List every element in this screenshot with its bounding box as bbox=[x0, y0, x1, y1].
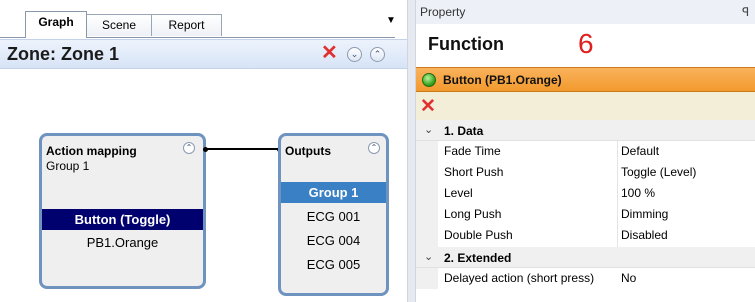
property-row-fade-time[interactable]: Fade Time Default bbox=[416, 141, 755, 161]
chevron-double-up-icon[interactable]: ⌃ bbox=[368, 142, 380, 154]
action-mapping-subtitle: Group 1 bbox=[46, 159, 90, 173]
property-panel: Property ꟼ Function 6 Button (PB1.Orange… bbox=[416, 0, 755, 302]
output-row-ecg-004[interactable]: ECG 004 bbox=[281, 230, 386, 251]
marker-number: 6 bbox=[578, 28, 594, 59]
pin-icon[interactable]: ꟼ bbox=[742, 5, 749, 19]
outputs-title: Outputs bbox=[285, 144, 331, 158]
property-name: Fade Time bbox=[444, 144, 501, 158]
property-value[interactable]: Dimming bbox=[621, 207, 668, 221]
panel-splitter[interactable] bbox=[407, 0, 416, 302]
property-value[interactable]: 100 % bbox=[621, 186, 655, 200]
property-row-short-push[interactable]: Short Push Toggle (Level) bbox=[416, 162, 755, 182]
property-caption-label: Property bbox=[420, 5, 466, 19]
property-row-double-push[interactable]: Double Push Disabled bbox=[416, 225, 755, 245]
property-name: Long Push bbox=[444, 207, 502, 221]
chevron-double-up-icon[interactable]: ⌃ bbox=[183, 142, 195, 154]
selected-button-bar: Button (PB1.Orange) bbox=[416, 67, 755, 92]
output-row-group-1[interactable]: Group 1 bbox=[281, 182, 386, 203]
property-value[interactable]: No bbox=[621, 271, 636, 285]
green-status-icon bbox=[422, 73, 436, 87]
zone-header: Zone: Zone 1 ✕ ⌄ ⌃ bbox=[0, 39, 407, 69]
chevron-double-down-icon[interactable]: ⌄ bbox=[347, 47, 362, 62]
property-name: Level bbox=[444, 186, 473, 200]
tab-scene[interactable]: Scene bbox=[86, 14, 152, 36]
button-title: Button (PB1.Orange) bbox=[443, 73, 562, 87]
tab-report[interactable]: Report bbox=[151, 14, 222, 36]
property-row-level[interactable]: Level 100 % bbox=[416, 183, 755, 203]
category-data[interactable]: ⌄ 1. Data bbox=[416, 120, 755, 141]
property-grid: ⌄ 1. Data Fade Time Default Short Push T… bbox=[416, 120, 755, 302]
category-label: 1. Data bbox=[444, 124, 484, 138]
property-toolbar: ✕ bbox=[416, 92, 755, 120]
zone-title: Zone: Zone 1 bbox=[7, 44, 119, 64]
property-value[interactable]: Disabled bbox=[621, 228, 668, 242]
property-caption: Property ꟼ bbox=[416, 0, 755, 24]
property-row-delayed-action[interactable]: Delayed action (short press) No bbox=[416, 268, 755, 288]
delete-icon[interactable]: ✕ bbox=[420, 95, 436, 118]
action-mapping-node[interactable]: Action mapping Group 1 ⌃ Button (Toggle)… bbox=[39, 133, 206, 289]
chevron-down-icon[interactable]: ⌄ bbox=[424, 123, 433, 136]
close-icon[interactable]: ✕ bbox=[321, 43, 338, 63]
tab-graph[interactable]: Graph bbox=[25, 11, 87, 38]
graph-panel: Graph Scene Report ▼ Zone: Zone 1 ✕ ⌄ ⌃ … bbox=[0, 0, 407, 302]
output-row-ecg-005[interactable]: ECG 005 bbox=[281, 254, 386, 275]
property-name: Short Push bbox=[444, 165, 504, 179]
function-title: Function bbox=[428, 34, 504, 54]
output-row-ecg-001[interactable]: ECG 001 bbox=[281, 206, 386, 227]
property-name: Delayed action (short press) bbox=[444, 271, 595, 285]
chevron-double-up-icon[interactable]: ⌃ bbox=[370, 47, 385, 62]
outputs-node[interactable]: Outputs ⌃ Group 1 ECG 001 ECG 004 ECG 00… bbox=[278, 133, 389, 296]
tab-bar: Graph Scene Report ▼ bbox=[0, 0, 407, 39]
property-value[interactable]: Toggle (Level) bbox=[621, 165, 696, 179]
connector-dot-start bbox=[203, 147, 208, 152]
grid-column-divider[interactable] bbox=[617, 141, 618, 247]
chevron-down-icon[interactable]: ⌄ bbox=[424, 250, 433, 263]
category-extended[interactable]: ⌄ 2. Extended bbox=[416, 247, 755, 268]
action-row-button-toggle[interactable]: Button (Toggle) bbox=[42, 209, 203, 230]
tab-dropdown-icon[interactable]: ▼ bbox=[384, 14, 398, 28]
property-row-long-push[interactable]: Long Push Dimming bbox=[416, 204, 755, 224]
category-label: 2. Extended bbox=[444, 251, 512, 265]
property-value[interactable]: Default bbox=[621, 144, 659, 158]
action-mapping-title: Action mapping bbox=[46, 144, 137, 158]
property-name: Double Push bbox=[444, 228, 513, 242]
connector-line bbox=[206, 148, 279, 150]
action-row-input[interactable]: PB1.Orange bbox=[42, 232, 203, 253]
